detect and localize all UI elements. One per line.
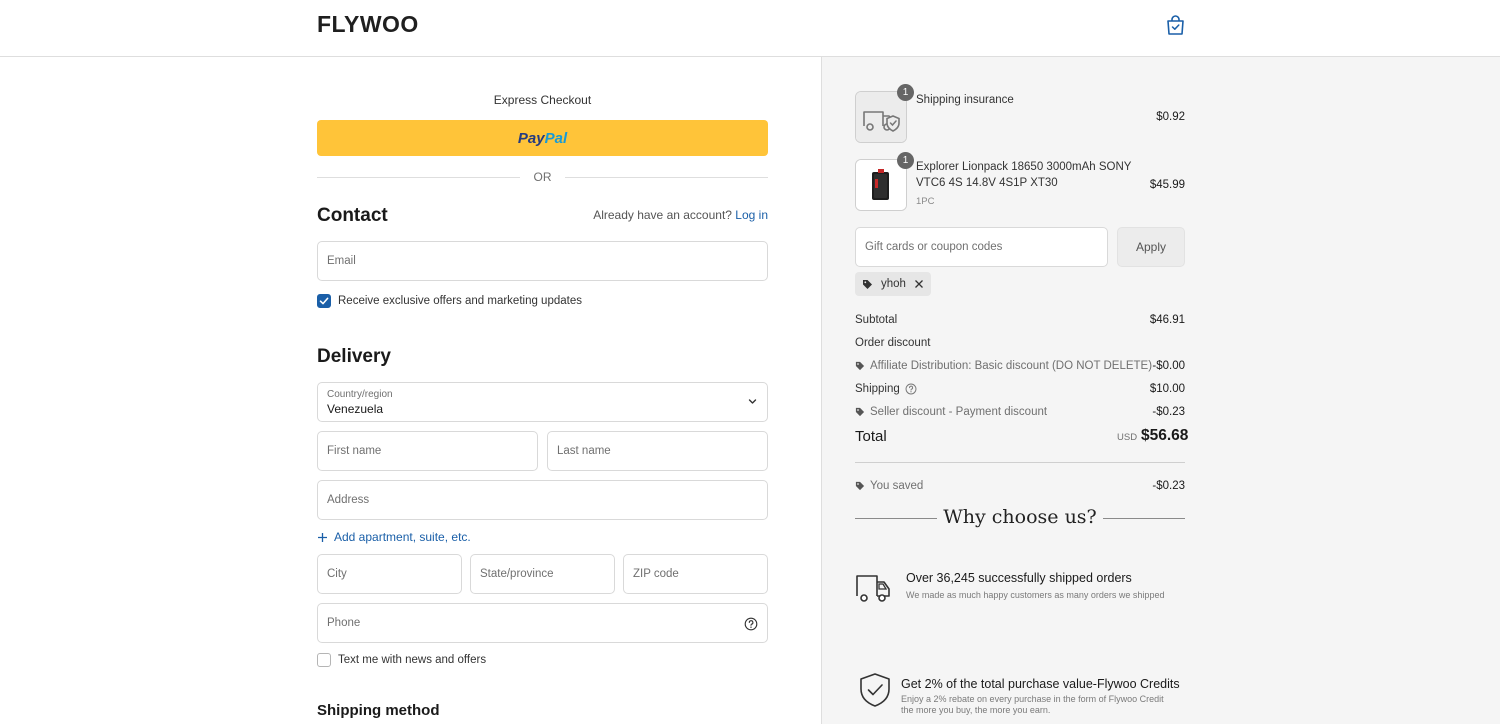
coupon-input[interactable]: Gift cards or coupon codes xyxy=(855,227,1108,267)
saved-label: You saved xyxy=(870,480,924,492)
shipping-method-title: Shipping method xyxy=(317,702,440,719)
paypal-logo: PayPal xyxy=(517,129,568,147)
tag-icon xyxy=(855,481,865,491)
paypal-button[interactable]: PayPal xyxy=(317,120,768,156)
address-placeholder: Address xyxy=(327,494,370,506)
first-name-placeholder: First name xyxy=(327,445,382,457)
shipping-label: Shipping xyxy=(855,383,900,395)
seller-discount-value: -$0.23 xyxy=(1152,406,1185,418)
state-placeholder: State/province xyxy=(480,568,554,580)
state-field[interactable]: State/province xyxy=(470,554,615,594)
truck-shield-icon xyxy=(856,92,906,142)
item-name-line-1: Explorer Lionpack 18650 3000mAh SONY xyxy=(916,161,1132,173)
quantity-badge: 1 xyxy=(897,84,914,101)
city-placeholder: City xyxy=(327,568,347,580)
last-name-placeholder: Last name xyxy=(557,445,611,457)
seller-discount-label: Seller discount - Payment discount xyxy=(870,406,1048,418)
country-value: Venezuela xyxy=(327,402,384,416)
last-name-field[interactable]: Last name xyxy=(547,431,768,471)
battery-pack-image xyxy=(856,160,906,210)
phone-field[interactable]: Phone xyxy=(317,603,768,643)
item-variant: 1PC xyxy=(916,196,935,207)
header: FLYWOO xyxy=(0,0,1500,57)
feature-flywoo-credits: Get 2% of the total purchase value-Flywo… xyxy=(855,672,1185,720)
help-circle-icon[interactable] xyxy=(905,383,917,395)
subtotal-label: Subtotal xyxy=(855,314,898,326)
email-placeholder: Email xyxy=(327,255,356,267)
sms-label: Text me with news and offers xyxy=(338,654,487,666)
zip-placeholder: ZIP code xyxy=(633,568,679,580)
address-field[interactable]: Address xyxy=(317,480,768,520)
why-choose-us-title: Why choose us? xyxy=(943,506,1097,528)
marketing-label: Receive exclusive offers and marketing u… xyxy=(338,295,582,307)
login-link[interactable]: Log in xyxy=(735,208,768,222)
feature-title: Get 2% of the total purchase value-Flywo… xyxy=(901,677,1180,691)
total-currency: USD xyxy=(1117,432,1138,443)
zip-field[interactable]: ZIP code xyxy=(623,554,768,594)
item-thumbnail: 1 xyxy=(855,84,914,143)
city-field[interactable]: City xyxy=(317,554,462,594)
tag-icon xyxy=(855,407,865,417)
line-item: 1 Shipping insurance $0.92 xyxy=(855,84,1185,143)
coupon-placeholder: Gift cards or coupon codes xyxy=(865,241,1003,253)
or-divider: OR xyxy=(317,170,768,184)
add-apartment-label: Add apartment, suite, etc. xyxy=(334,530,471,544)
sms-option[interactable]: Text me with news and offers xyxy=(317,653,486,667)
subtotal-value: $46.91 xyxy=(1149,314,1185,326)
help-circle-icon[interactable] xyxy=(744,617,758,631)
feature-title: Over 36,245 successfully shipped orders xyxy=(906,571,1132,585)
email-field[interactable]: Email xyxy=(317,241,768,281)
contact-title: Contact xyxy=(317,205,388,226)
store-logo[interactable]: FLYWOO xyxy=(317,11,419,38)
line-item: 1 Explorer Lionpack 18650 3000mAh SONY V… xyxy=(855,152,1185,211)
feature-description-line-1: Enjoy a 2% rebate on every purchase in t… xyxy=(901,694,1164,704)
account-prompt: Already have an account? Log in xyxy=(593,208,768,222)
close-icon[interactable] xyxy=(914,279,924,289)
express-checkout-label: Express Checkout xyxy=(493,93,592,107)
tag-icon xyxy=(863,279,872,289)
plus-icon xyxy=(318,532,327,542)
delivery-title: Delivery xyxy=(317,346,391,367)
item-name-line-2: VTC6 4S 14.8V 4S1P XT30 xyxy=(916,177,1058,189)
item-name: Shipping insurance xyxy=(916,94,1014,106)
applied-coupon-code: yhoh xyxy=(881,278,906,290)
total-label: Total xyxy=(855,428,887,445)
marketing-checkbox[interactable] xyxy=(317,294,331,308)
feature-description-line-2: the more you buy, the more you earn. xyxy=(901,705,1051,715)
marketing-option[interactable]: Receive exclusive offers and marketing u… xyxy=(317,294,582,308)
why-choose-us-heading: Why choose us? xyxy=(855,505,1185,531)
quantity-badge: 1 xyxy=(897,152,914,169)
item-thumbnail: 1 xyxy=(855,152,914,211)
total-value: $56.68 xyxy=(1141,427,1189,444)
item-price: $45.99 xyxy=(1149,179,1185,191)
affiliate-discount-value: -$0.00 xyxy=(1152,360,1185,372)
summary-divider xyxy=(855,462,1185,463)
feature-description: We made as much happy customers as many … xyxy=(906,590,1165,600)
affiliate-discount-label: Affiliate Distribution: Basic discount (… xyxy=(870,360,1153,372)
country-select[interactable]: Country/region Venezuela xyxy=(317,382,768,422)
delivery-truck-icon xyxy=(856,575,890,602)
feature-shipped-orders: Over 36,245 successfully shipped orders … xyxy=(855,568,1185,608)
add-apartment-link[interactable]: Add apartment, suite, etc. xyxy=(317,530,471,544)
first-name-field[interactable]: First name xyxy=(317,431,538,471)
sms-checkbox[interactable] xyxy=(317,653,331,667)
saved-value: -$0.23 xyxy=(1152,480,1185,492)
shield-check-icon xyxy=(860,673,890,707)
shipping-value: $10.00 xyxy=(1149,383,1185,395)
tag-icon xyxy=(855,361,865,371)
chevron-down-icon xyxy=(748,399,757,404)
checkmark-icon xyxy=(319,297,329,305)
item-price: $0.92 xyxy=(1156,111,1185,123)
order-discount-label: Order discount xyxy=(855,337,931,349)
country-label: Country/region xyxy=(327,389,393,400)
applied-coupon-chip: yhoh xyxy=(855,272,931,296)
phone-placeholder: Phone xyxy=(327,617,361,629)
shopping-bag-icon[interactable] xyxy=(1166,15,1185,35)
apply-button[interactable]: Apply xyxy=(1117,227,1185,267)
